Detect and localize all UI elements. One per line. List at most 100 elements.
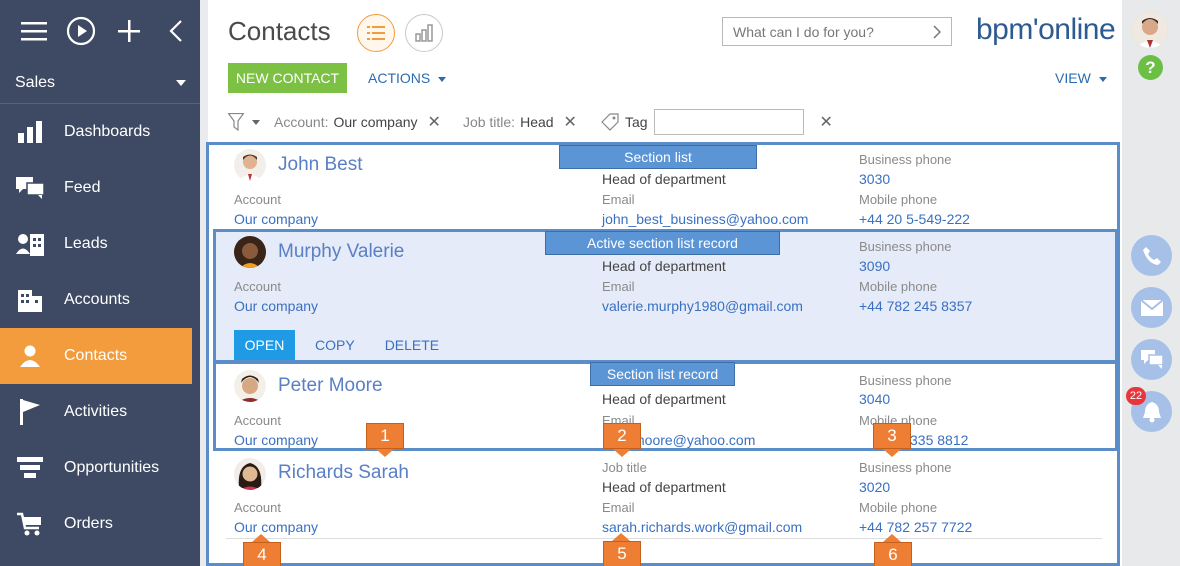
sidebar-item-leads[interactable]: Leads (0, 216, 200, 272)
close-icon[interactable]: ✕ (428, 112, 441, 132)
command-line-input[interactable]: What can I do for you? (722, 17, 952, 46)
avatar (234, 458, 266, 490)
avatar (234, 149, 266, 181)
business-phone[interactable]: 3040 (859, 391, 890, 407)
caret-down-icon[interactable] (252, 119, 260, 125)
close-icon[interactable]: ✕ (564, 112, 577, 132)
caret-down-icon (438, 76, 447, 82)
job-title: Head of department (602, 258, 726, 274)
phone-icon[interactable] (1131, 235, 1172, 276)
notifications-badge: 22 (1126, 387, 1146, 405)
view-menu[interactable]: VIEW (1055, 70, 1107, 86)
activities-icon (16, 398, 44, 426)
plus-icon[interactable] (105, 11, 153, 51)
business-phone[interactable]: 3020 (859, 479, 890, 495)
email-link[interactable]: valerie.murphy1980@gmail.com (602, 298, 803, 314)
mobile-phone-label: Mobile phone (859, 500, 938, 515)
job-title: Head of department (602, 479, 726, 495)
contact-name[interactable]: Richards Sarah (278, 462, 409, 484)
caret-down-icon (1098, 76, 1107, 82)
play-icon[interactable] (58, 11, 106, 51)
marker-3: 3 (873, 423, 911, 449)
analytics-view-button[interactable] (405, 14, 443, 52)
sidebar-item-activities[interactable]: Activities (0, 384, 200, 440)
avatar (234, 236, 266, 268)
sidebar-item-feed[interactable]: Feed (0, 160, 200, 216)
view-label: VIEW (1055, 70, 1091, 86)
account-link[interactable]: Our company (234, 298, 318, 314)
help-icon[interactable]: ? (1138, 55, 1163, 80)
marker-pointer (883, 449, 901, 457)
sidebar-item-label: Accounts (64, 291, 130, 308)
chat-icon[interactable] (1131, 339, 1172, 380)
marker-6: 6 (874, 542, 912, 566)
tag-input[interactable] (653, 109, 804, 135)
new-contact-button[interactable]: NEW CONTACT (228, 63, 347, 93)
business-phone[interactable]: 3030 (859, 171, 890, 187)
marker-pointer (883, 534, 901, 542)
account-link[interactable]: Our company (234, 519, 318, 535)
filter-account-value[interactable]: Our company (333, 114, 417, 130)
actions-label: ACTIONS (368, 70, 431, 86)
opportunities-icon (16, 454, 44, 482)
delete-button[interactable]: DELETE (385, 337, 439, 353)
section-list-callout: Section list (559, 145, 757, 169)
filter-icon[interactable] (228, 113, 244, 131)
feed-icon (16, 174, 44, 202)
sidebar-item-label: Activities (64, 403, 128, 420)
contact-name[interactable]: Murphy Valerie (278, 241, 404, 263)
email-label: Email (602, 279, 635, 294)
mobile-phone[interactable]: +44 782 245 8357 (859, 298, 972, 314)
sidebar-item-opportunities[interactable]: Opportunities (0, 440, 200, 496)
sidebar: Sales Dashboards Feed Leads Accounts Con… (0, 0, 200, 566)
sidebar-item-label: Dashboards (64, 123, 151, 140)
account-link[interactable]: Our company (234, 211, 318, 227)
marker-pointer (376, 449, 394, 457)
marker-2: 2 (603, 423, 641, 449)
business-phone[interactable]: 3090 (859, 258, 890, 274)
copy-button[interactable]: COPY (315, 337, 355, 353)
business-phone-label: Business phone (859, 239, 952, 254)
email-link[interactable]: john_best_business@yahoo.com (602, 211, 808, 227)
mobile-phone[interactable]: +44 782 257 7722 (859, 519, 972, 535)
close-icon[interactable]: ✕ (820, 112, 833, 132)
sidebar-item-dashboards[interactable]: Dashboards (0, 104, 200, 160)
open-button[interactable]: OPEN (234, 330, 295, 360)
filter-tag-label: Tag (624, 114, 648, 130)
sidebar-item-accounts[interactable]: Accounts (0, 272, 200, 328)
account-label: Account (234, 192, 281, 207)
email-label: Email (602, 500, 635, 515)
email-label: Email (602, 192, 635, 207)
contact-name[interactable]: Peter Moore (278, 375, 383, 397)
filter-job-value[interactable]: Head (520, 114, 553, 130)
email-link[interactable]: sarah.richards.work@gmail.com (602, 519, 802, 535)
actions-menu[interactable]: ACTIONS (368, 70, 447, 86)
contact-name[interactable]: John Best (278, 154, 363, 176)
mobile-phone[interactable]: +44 20 5-549-222 (859, 211, 970, 227)
filter-bar: Account: Our company ✕ Job title: Head ✕… (228, 107, 833, 137)
workspace-selector[interactable]: Sales (0, 62, 200, 104)
leads-icon (16, 230, 44, 258)
chevron-right-icon[interactable] (933, 24, 941, 39)
mobile-phone-label: Mobile phone (859, 192, 938, 207)
user-avatar[interactable] (1132, 12, 1168, 48)
chevron-left-icon[interactable] (153, 11, 201, 51)
menu-icon[interactable] (10, 11, 58, 51)
mobile-phone-label: Mobile phone (859, 279, 938, 294)
accounts-icon (16, 286, 44, 314)
logo: bpm'online (976, 13, 1116, 46)
marker-pointer (612, 533, 630, 541)
sidebar-item-orders[interactable]: Orders (0, 496, 200, 552)
email-icon[interactable] (1131, 287, 1172, 328)
account-link[interactable]: Our company (234, 432, 318, 448)
sidebar-item-label: Orders (64, 515, 113, 532)
sidebar-item-label: Opportunities (64, 459, 160, 476)
mobile-phone[interactable]: 335 8812 (910, 432, 968, 448)
sidebar-item-contacts[interactable]: Contacts (0, 328, 192, 384)
list-view-button[interactable] (357, 14, 395, 52)
communication-panel (1122, 0, 1180, 566)
email-link[interactable]: moore@yahoo.com (633, 432, 755, 448)
filter-account-label: Account: (274, 114, 329, 130)
sidebar-item-label: Leads (64, 235, 108, 252)
caret-down-icon (176, 79, 186, 86)
